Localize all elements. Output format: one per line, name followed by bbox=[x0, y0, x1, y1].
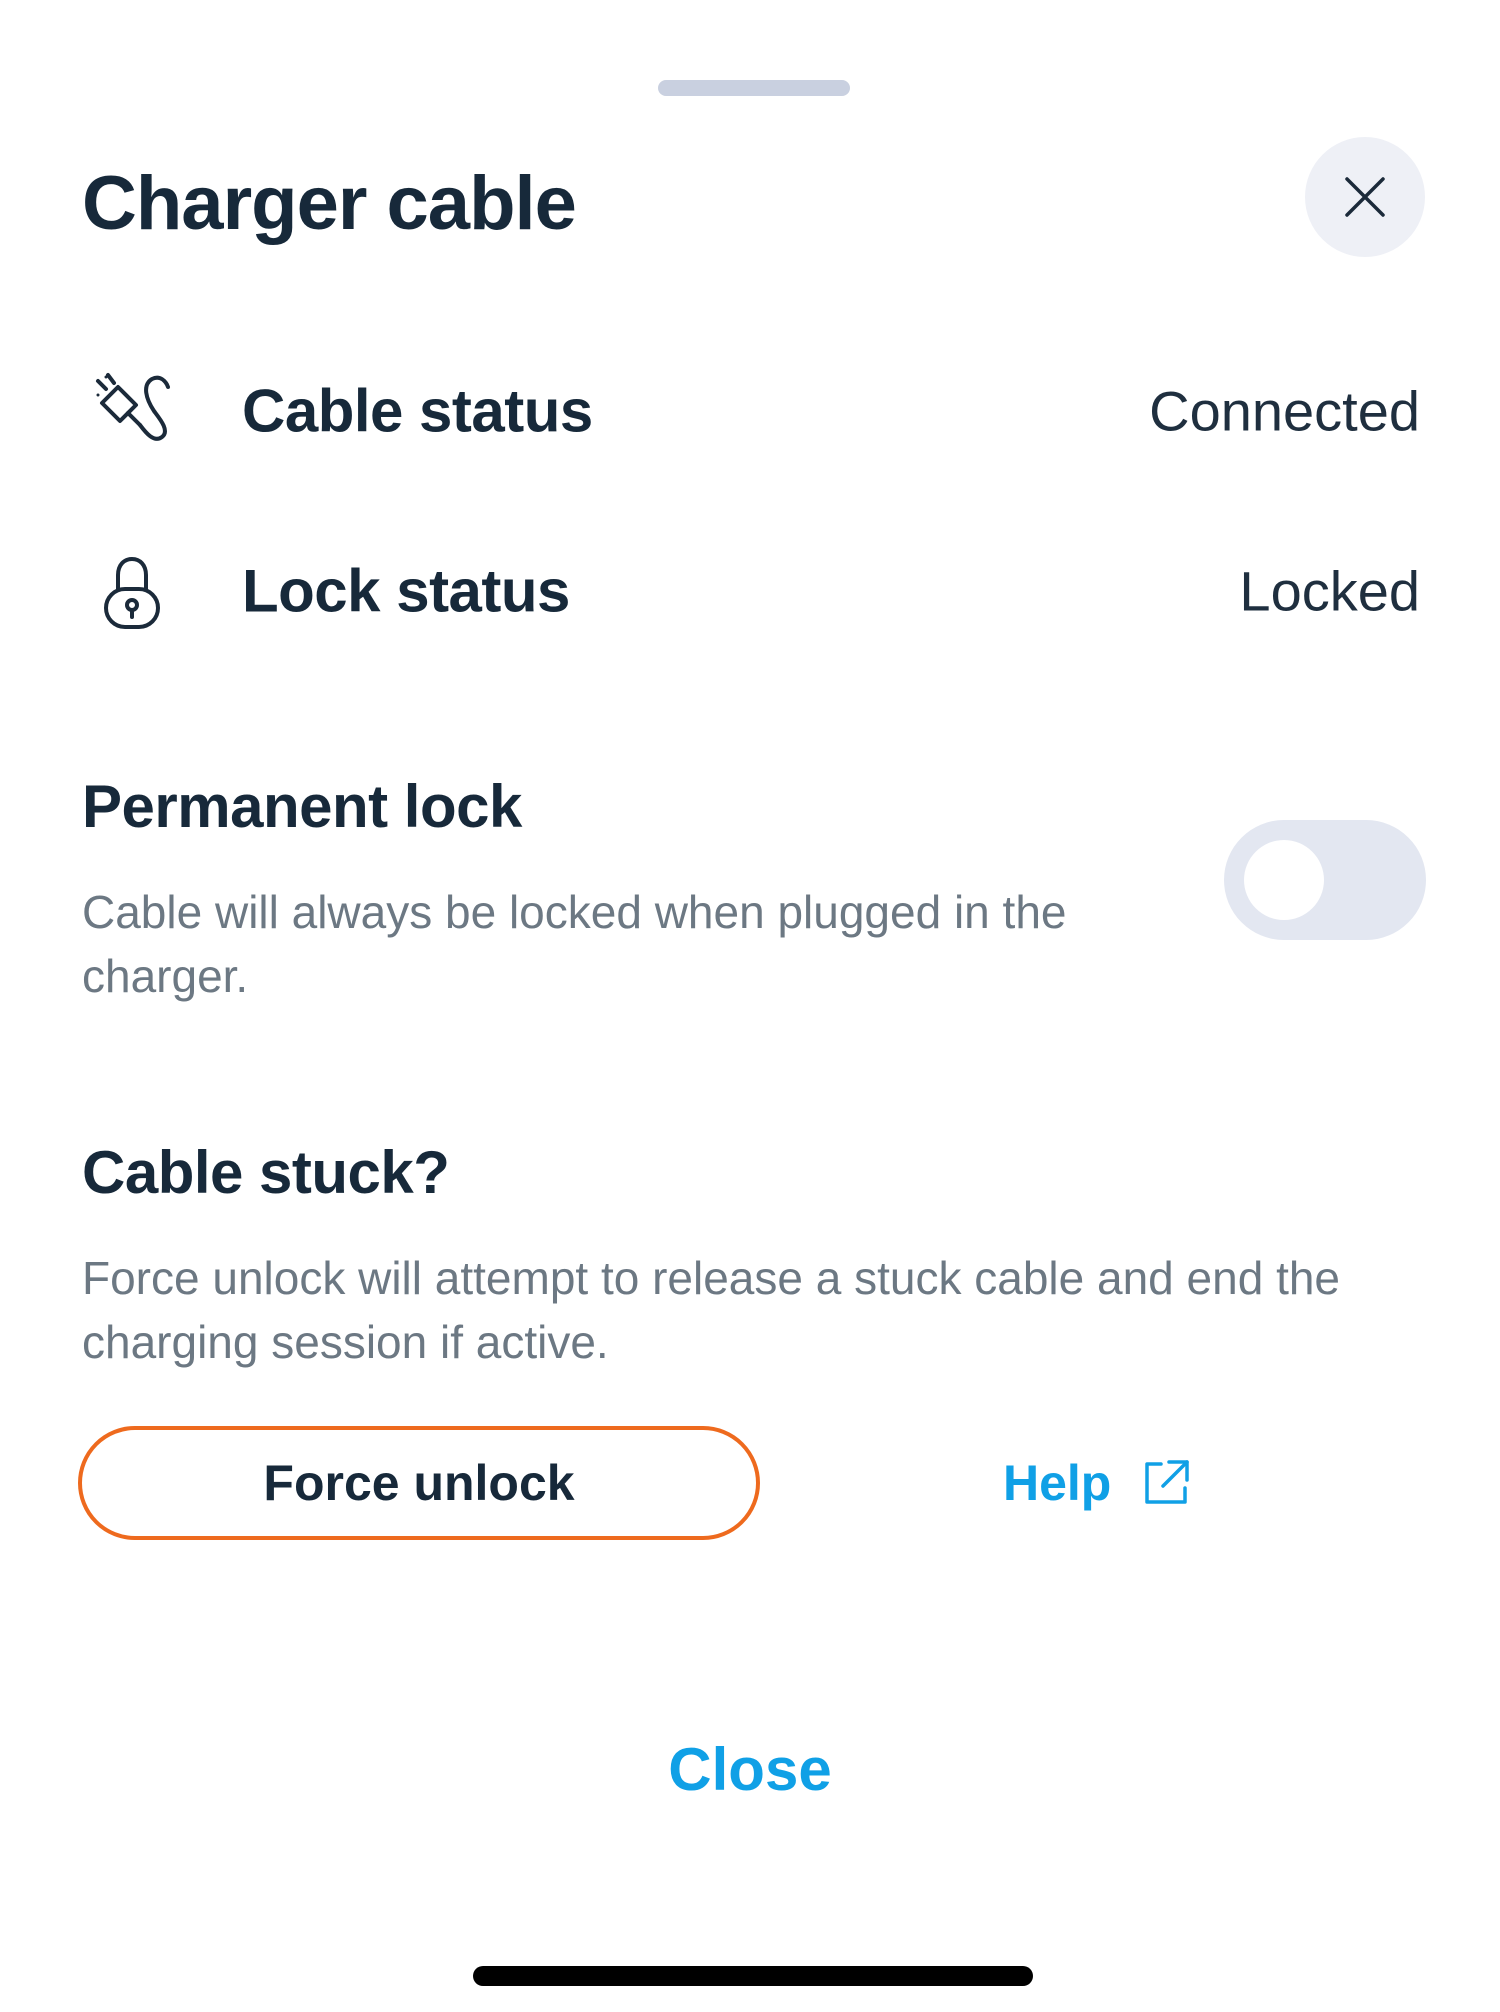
close-icon bbox=[1345, 177, 1385, 217]
permanent-lock-description: Cable will always be locked when plugged… bbox=[82, 886, 1067, 1002]
cable-status-label: Cable status bbox=[242, 377, 593, 445]
force-unlock-button[interactable]: Force unlock bbox=[78, 1426, 760, 1540]
sheet-title: Charger cable bbox=[82, 161, 577, 246]
close-button[interactable]: Close bbox=[0, 1735, 1500, 1804]
permanent-lock-heading: Permanent lock bbox=[82, 773, 522, 840]
help-link[interactable]: Help bbox=[1003, 1448, 1193, 1518]
lock-status-row: Lock status Locked bbox=[82, 536, 1420, 646]
permanent-lock-toggle[interactable] bbox=[1224, 820, 1426, 940]
padlock-icon bbox=[82, 541, 182, 641]
external-link-icon bbox=[1139, 1456, 1193, 1510]
close-icon-button[interactable] bbox=[1305, 137, 1425, 257]
help-label: Help bbox=[1003, 1455, 1112, 1511]
drag-handle[interactable] bbox=[658, 80, 850, 96]
cable-plug-icon bbox=[82, 361, 182, 461]
home-indicator bbox=[473, 1966, 1033, 1986]
cable-status-row: Cable status Connected bbox=[82, 356, 1420, 466]
toggle-knob bbox=[1244, 840, 1324, 920]
cable-stuck-description: Force unlock will attempt to release a s… bbox=[82, 1252, 1341, 1368]
cable-stuck-heading: Cable stuck? bbox=[82, 1139, 450, 1206]
lock-status-label: Lock status bbox=[242, 557, 570, 625]
cable-status-value: Connected bbox=[1149, 379, 1420, 443]
lock-status-value: Locked bbox=[1239, 559, 1420, 623]
